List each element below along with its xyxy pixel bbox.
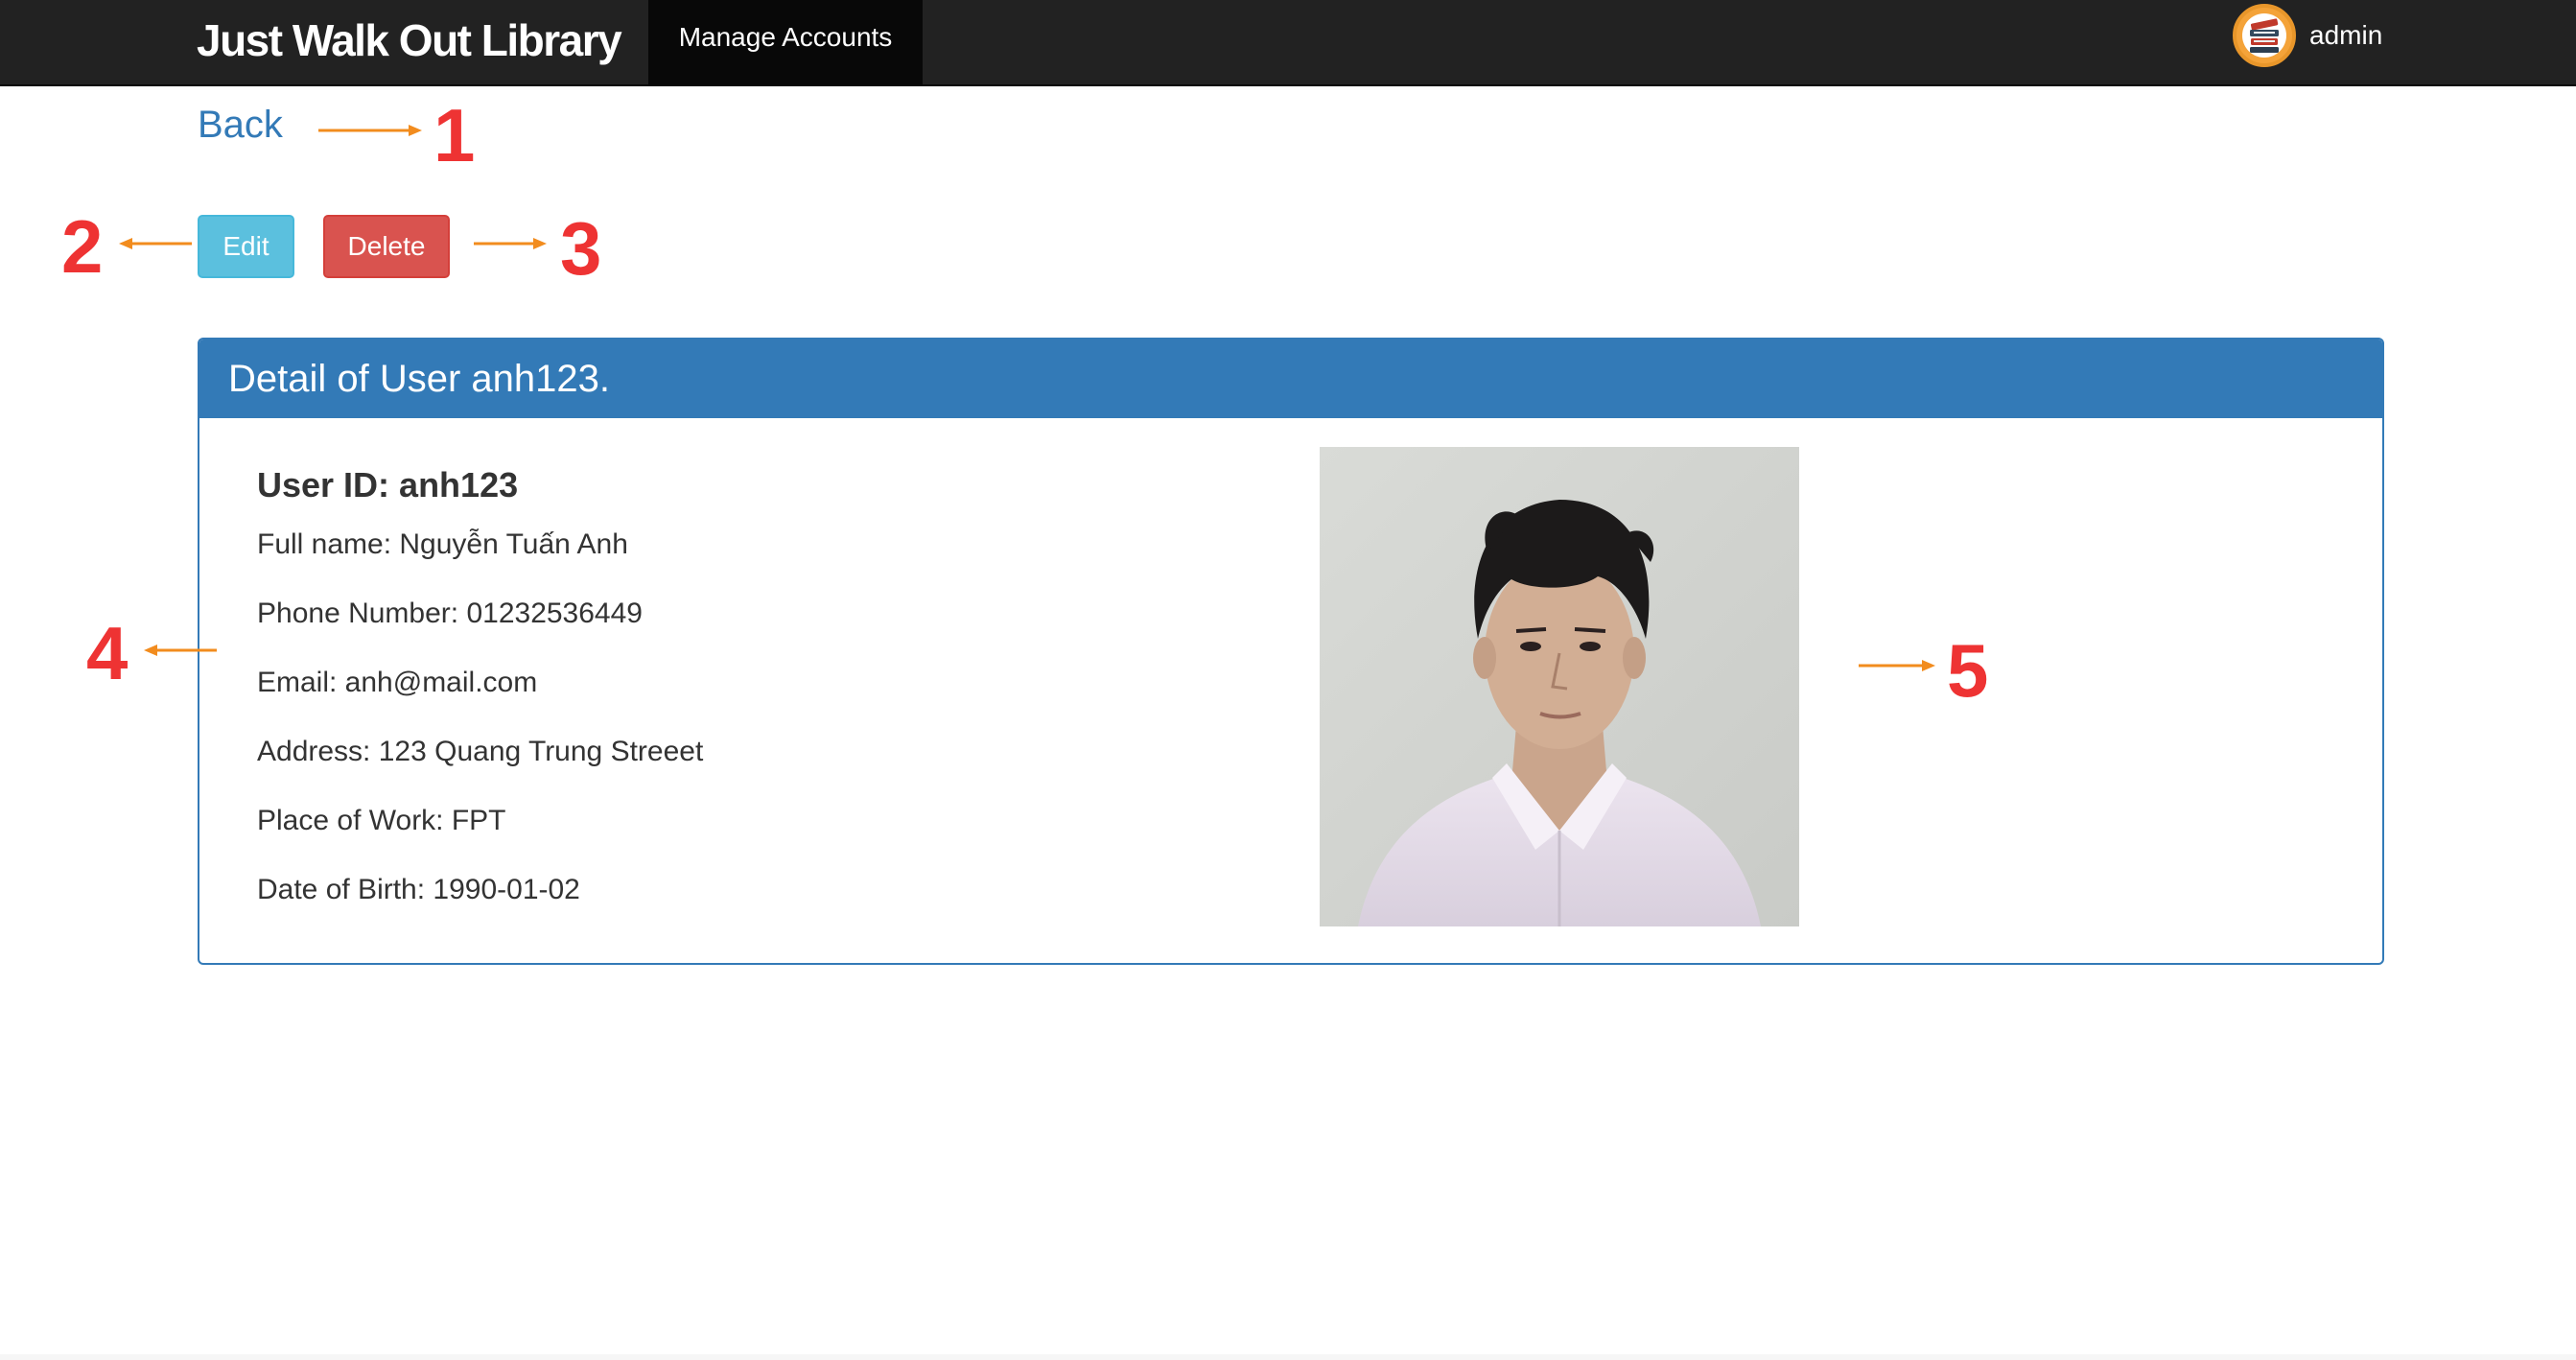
brand-title[interactable]: Just Walk Out Library [197, 0, 622, 84]
workplace-field: Place of Work: FPT [257, 805, 506, 836]
phone-field: Phone Number: 01232536449 [257, 598, 643, 629]
top-navbar: Just Walk Out Library Manage Accounts ad… [0, 0, 2576, 86]
annotation-number-5: 5 [1947, 628, 1989, 713]
books-stack-icon [2233, 4, 2296, 67]
panel-heading: Detail of User anh123. [199, 340, 2382, 418]
back-link[interactable]: Back [198, 104, 283, 147]
address-field: Address: 123 Quang Trung Streeet [257, 736, 704, 767]
user-photo [1320, 447, 1799, 926]
annotation-number-3: 3 [560, 206, 602, 291]
user-detail-panel: Detail of User anh123. User ID: anh123 F… [198, 338, 2384, 965]
user-name[interactable]: admin [2309, 4, 2382, 67]
birth-date-field: Date of Birth: 1990-01-02 [257, 874, 580, 905]
annotation-arrow-4 [144, 645, 217, 656]
annotation-number-1: 1 [433, 93, 476, 177]
email-field: Email: anh@mail.com [257, 667, 538, 698]
nav-item-manage-accounts[interactable]: Manage Accounts [648, 0, 923, 84]
page-bottom-edge [0, 1354, 2576, 1360]
full-name-field: Full name: Nguyễn Tuấn Anh [257, 528, 628, 560]
delete-button[interactable]: Delete [323, 215, 450, 278]
annotation-number-4: 4 [86, 611, 129, 695]
annotation-arrow-1 [318, 125, 422, 136]
annotation-arrow-2 [119, 238, 192, 249]
annotation-arrow-3 [474, 238, 547, 249]
annotation-arrow-5 [1859, 660, 1935, 671]
edit-button[interactable]: Edit [198, 215, 294, 278]
user-id: User ID: anh123 [257, 465, 519, 504]
annotation-number-2: 2 [61, 204, 104, 289]
